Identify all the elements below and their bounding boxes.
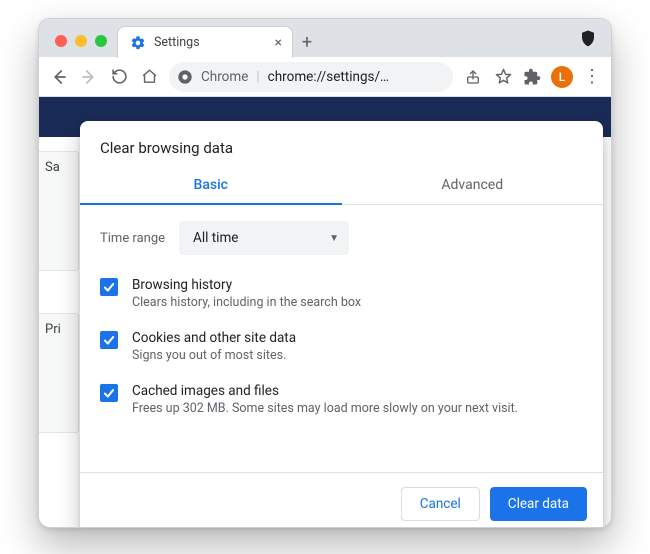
option-cache: Cached images and files Frees up 302 MB.… — [100, 373, 583, 426]
options-list: Browsing history Clears history, includi… — [80, 263, 603, 426]
omnibox-source: Chrome — [201, 69, 248, 85]
reload-button[interactable] — [109, 68, 129, 85]
omnibox-url: chrome://settings/… — [268, 69, 389, 85]
gear-icon — [130, 35, 146, 51]
checkbox-browsing-history[interactable] — [100, 278, 118, 296]
close-window-icon[interactable] — [55, 35, 67, 47]
home-button[interactable] — [139, 68, 159, 85]
tab-basic[interactable]: Basic — [80, 167, 342, 205]
dialog-title: Clear browsing data — [80, 121, 603, 167]
dialog-tabs: Basic Advanced — [80, 167, 603, 205]
bg-card-1: Sa — [39, 151, 79, 271]
bg-card-2: Pri — [39, 313, 79, 433]
clear-data-button[interactable]: Clear data — [490, 487, 587, 521]
time-range-select[interactable]: All time ▼ — [179, 221, 349, 255]
bg-label-2: Pri — [39, 314, 78, 337]
bg-label-1: Sa — [39, 152, 78, 175]
option-subtitle: Signs you out of most sites. — [132, 348, 296, 363]
option-cookies: Cookies and other site data Signs you ou… — [100, 320, 583, 373]
chevron-down-icon: ▼ — [329, 233, 339, 244]
chrome-icon — [177, 69, 193, 85]
browser-window: Settings × + Chrome | chrome://settings/… — [38, 18, 612, 528]
option-subtitle: Clears history, including in the search … — [132, 295, 361, 310]
page-content: Sa Pri Clear browsing data Basic Advance… — [39, 97, 611, 527]
option-title: Cached images and files — [132, 383, 518, 399]
profile-avatar[interactable]: L — [551, 66, 573, 88]
dialog-actions: Cancel Clear data — [80, 472, 603, 528]
option-subtitle: Frees up 302 MB. Some sites may load mor… — [132, 401, 518, 416]
option-browsing-history: Browsing history Clears history, includi… — [100, 267, 583, 320]
close-tab-icon[interactable]: × — [275, 35, 282, 51]
new-tab-button[interactable]: + — [293, 32, 321, 57]
avatar-letter: L — [559, 70, 565, 84]
tab-advanced[interactable]: Advanced — [342, 167, 604, 204]
tab-strip: Settings × + — [39, 19, 611, 57]
cancel-button[interactable]: Cancel — [401, 487, 480, 521]
option-title: Browsing history — [132, 277, 361, 293]
shield-icon[interactable] — [579, 29, 597, 47]
browser-tab[interactable]: Settings × — [117, 26, 293, 58]
checkbox-cookies[interactable] — [100, 331, 118, 349]
extensions-icon[interactable] — [523, 68, 541, 86]
maximize-window-icon[interactable] — [95, 35, 107, 47]
menu-button[interactable]: ⋮ — [583, 66, 601, 87]
time-range-value: All time — [193, 230, 238, 246]
back-button[interactable] — [49, 68, 69, 86]
toolbar: Chrome | chrome://settings/… L ⋮ — [39, 57, 611, 97]
time-range-label: Time range — [100, 231, 165, 246]
minimize-window-icon[interactable] — [75, 35, 87, 47]
clear-data-dialog: Clear browsing data Basic Advanced Time … — [80, 121, 603, 528]
checkbox-cache[interactable] — [100, 384, 118, 402]
time-range-row: Time range All time ▼ — [80, 205, 603, 263]
omnibox-separator: | — [256, 69, 259, 85]
forward-button[interactable] — [79, 68, 99, 86]
address-bar[interactable]: Chrome | chrome://settings/… — [169, 62, 453, 92]
option-title: Cookies and other site data — [132, 330, 296, 346]
window-controls — [47, 35, 117, 57]
bookmark-button[interactable] — [493, 68, 513, 85]
tab-title: Settings — [154, 35, 200, 50]
share-button[interactable] — [463, 69, 483, 85]
